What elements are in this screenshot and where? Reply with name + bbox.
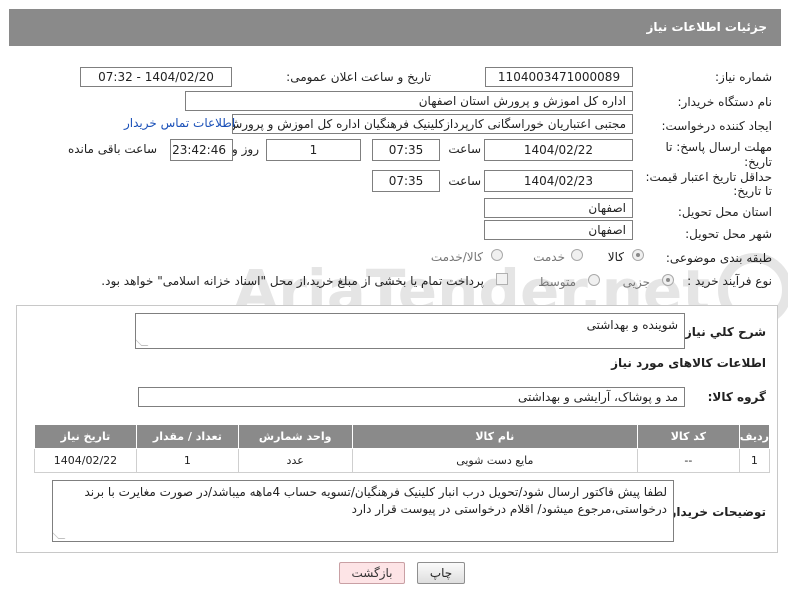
col-goods-code: کد کالا (636, 424, 740, 449)
need-number-field: 1104003471000089 (485, 67, 633, 87)
goods-table: ردیف کد کالا نام کالا واحد شمارش تعداد /… (34, 424, 771, 473)
summary-textarea[interactable]: شوینده و بهداشتی (135, 313, 685, 349)
cell-row-no: 1 (738, 448, 771, 473)
price-validity-label-2: تا تاریخ: (733, 184, 772, 198)
process-radio-minor[interactable] (662, 274, 674, 286)
reply-deadline-label-2: تاریخ: (744, 155, 772, 169)
page-title: جزئیات اطلاعات نیاز (646, 20, 767, 34)
category-option-goods: کالا (607, 250, 624, 264)
buyer-notes-label: توضیحات خریدار: (664, 505, 766, 519)
need-number-label: شماره نیاز: (715, 70, 772, 84)
reply-deadline-label: مهلت ارسال پاسخ: تا (665, 140, 772, 154)
col-unit: واحد شمارش (237, 424, 353, 449)
price-validity-time-field: 07:35 (372, 170, 440, 192)
back-button[interactable]: بازگشت (339, 562, 405, 584)
process-option-medium: متوسط (538, 275, 576, 289)
cell-unit: عدد (237, 448, 353, 473)
process-option-minor: جزیی (622, 275, 650, 289)
process-radio-medium[interactable] (588, 274, 600, 286)
category-radio-goods-service[interactable] (491, 249, 503, 261)
category-option-goods-service: کالا/خدمت (430, 250, 483, 264)
col-goods-name: نام کالا (351, 424, 638, 449)
reply-time-label: ساعت (448, 142, 481, 156)
reply-days-field: 1 (266, 139, 361, 161)
resize-grip-icon[interactable] (136, 339, 149, 346)
goods-section-title: اطلاعات کالاهای مورد نیاز (611, 356, 766, 370)
requester-label: ایجاد کننده درخواست: (661, 119, 772, 133)
col-row-no: ردیف (738, 424, 771, 449)
treasury-payment-checkbox[interactable] (496, 273, 508, 285)
buyer-contact-link[interactable]: اطلاعات تماس خریدار (124, 116, 235, 130)
cell-need-date: 1404/02/22 (34, 448, 137, 473)
cell-goods-name: مایع دست شویی (351, 448, 638, 473)
goods-table-header: ردیف کد کالا نام کالا واحد شمارش تعداد /… (34, 424, 771, 449)
purchase-process-label: نوع فرآیند خرید : (687, 274, 772, 288)
reply-time-field: 07:35 (372, 139, 440, 161)
summary-label: شرح کلي نياز: (680, 325, 766, 339)
announce-datetime-label: تاریخ و ساعت اعلان عمومی: (286, 70, 431, 84)
category-option-service: خدمت (533, 250, 565, 264)
page-header: جزئیات اطلاعات نیاز (9, 9, 781, 46)
reply-days-label: روز و (232, 142, 259, 156)
price-validity-time-label: ساعت (448, 174, 481, 188)
resize-grip-icon[interactable] (53, 532, 66, 539)
buyer-org-label: نام دستگاه خریدار: (677, 95, 773, 109)
requester-field: مجتبی اعتباریان خوراسگانی کارپردازکلینیک… (232, 114, 633, 134)
buyer-notes-textarea[interactable]: لطفا پیش فاکتور ارسال شود/تحویل درب انبا… (52, 480, 674, 542)
category-radio-goods[interactable] (632, 249, 644, 261)
goods-group-label: گروه کالا: (707, 390, 766, 404)
price-validity-date-field: 1404/02/23 (484, 170, 633, 192)
remaining-time-field: 23:42:46 (170, 139, 233, 161)
col-quantity: تعداد / مقدار (135, 424, 239, 449)
treasury-payment-note: پرداخت تمام یا بخشی از مبلغ خرید،از محل … (101, 274, 484, 288)
buyer-org-field: اداره کل اموزش و پرورش استان اصفهان (185, 91, 633, 111)
col-need-date: تاریخ نیاز (34, 424, 137, 449)
cell-quantity: 1 (135, 448, 239, 473)
delivery-city-field: اصفهان (484, 220, 633, 240)
category-label: طبقه بندی موضوعی: (665, 251, 772, 265)
announce-datetime-field: 1404/02/20 - 07:32 (80, 67, 232, 87)
reply-date-field: 1404/02/22 (484, 139, 633, 161)
delivery-city-label: شهر محل تحویل: (685, 227, 772, 241)
delivery-province-field: اصفهان (484, 198, 633, 218)
cell-goods-code: -- (636, 448, 740, 473)
delivery-province-label: استان محل تحویل: (677, 205, 772, 219)
summary-value: شوینده و بهداشتی (586, 318, 678, 332)
goods-group-field: مد و پوشاک، آرایشی و بهداشتی (138, 387, 685, 407)
price-validity-label: حداقل تاریخ اعتبار قیمت: (645, 170, 772, 184)
category-radio-service[interactable] (571, 249, 583, 261)
table-row: 1 -- مایع دست شویی عدد 1 1404/02/22 (34, 448, 771, 473)
print-button[interactable]: چاپ (417, 562, 465, 584)
remaining-time-label: ساعت باقی مانده (67, 142, 157, 156)
buyer-notes-value: لطفا پیش فاکتور ارسال شود/تحویل درب انبا… (84, 485, 667, 516)
